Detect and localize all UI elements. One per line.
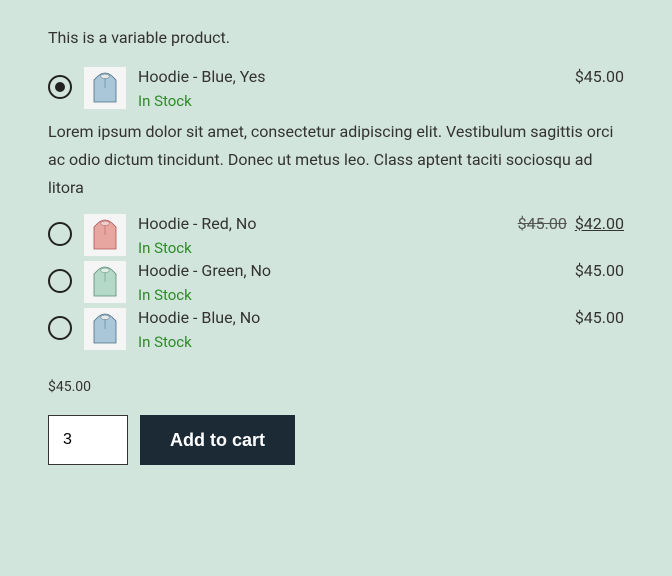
stock-status: In Stock bbox=[138, 239, 624, 257]
variant-radio[interactable] bbox=[48, 222, 72, 246]
variant-name: Hoodie - Green, No bbox=[138, 261, 271, 280]
cart-controls: Add to cart bbox=[48, 415, 624, 465]
variant-row: Hoodie - Blue, No $45.00 In Stock bbox=[48, 308, 624, 351]
variant-price: $45.00 bbox=[575, 308, 624, 327]
hoodie-icon bbox=[90, 70, 120, 106]
add-to-cart-button[interactable]: Add to cart bbox=[140, 415, 295, 465]
hoodie-icon bbox=[90, 311, 120, 347]
variant-thumbnail bbox=[84, 67, 126, 109]
variant-name: Hoodie - Blue, Yes bbox=[138, 67, 266, 86]
hoodie-icon bbox=[90, 217, 120, 253]
variant-row: Hoodie - Red, No $45.00 $42.00 In Stock bbox=[48, 214, 624, 257]
stock-status: In Stock bbox=[138, 92, 624, 110]
variant-price: $45.00 $42.00 bbox=[518, 214, 624, 233]
stock-status: In Stock bbox=[138, 333, 624, 351]
variant-radio[interactable] bbox=[48, 269, 72, 293]
hoodie-icon bbox=[90, 264, 120, 300]
variant-name: Hoodie - Blue, No bbox=[138, 308, 260, 327]
variant-name: Hoodie - Red, No bbox=[138, 214, 256, 233]
variant-radio[interactable] bbox=[48, 75, 72, 99]
product-intro: This is a variable product. bbox=[48, 28, 624, 47]
variant-thumbnail bbox=[84, 261, 126, 303]
quantity-input[interactable] bbox=[48, 415, 128, 465]
old-price: $45.00 bbox=[518, 214, 567, 233]
variant-price: $45.00 bbox=[575, 67, 624, 86]
variant-description: Lorem ipsum dolor sit amet, consectetur … bbox=[48, 118, 624, 202]
stock-status: In Stock bbox=[138, 286, 624, 304]
variant-row: Hoodie - Blue, Yes $45.00 In Stock bbox=[48, 67, 624, 110]
variant-thumbnail bbox=[84, 308, 126, 350]
variant-radio[interactable] bbox=[48, 316, 72, 340]
sale-price: $42.00 bbox=[575, 214, 624, 233]
variant-thumbnail bbox=[84, 214, 126, 256]
variant-row: Hoodie - Green, No $45.00 In Stock bbox=[48, 261, 624, 304]
selected-price: $45.00 bbox=[48, 379, 624, 395]
variant-price: $45.00 bbox=[575, 261, 624, 280]
